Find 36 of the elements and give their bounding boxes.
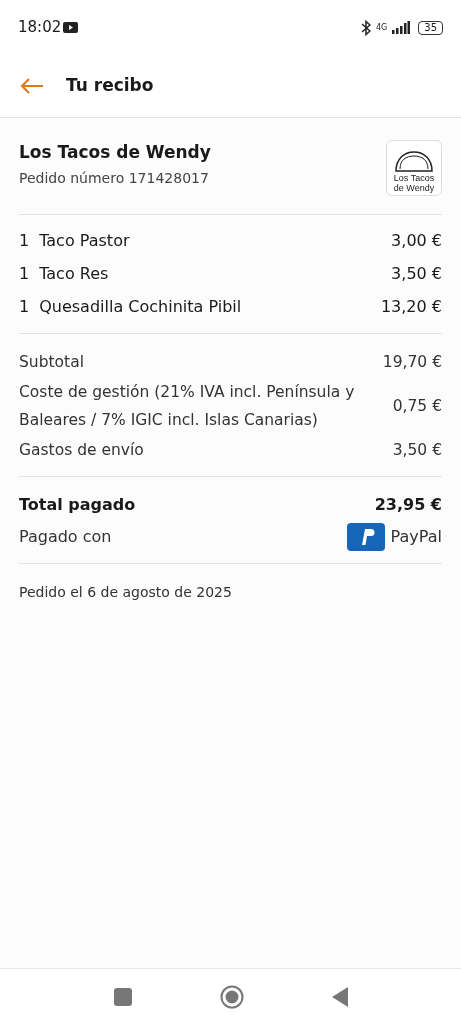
order-date: Pedido el 6 de agosto de 2025	[19, 584, 232, 600]
charge-amount: 3,50 €	[392, 440, 442, 461]
recent-apps-icon[interactable]	[113, 987, 132, 1006]
back-icon[interactable]	[331, 986, 348, 1007]
signal-icon	[392, 21, 411, 34]
payment-label: Pagado con	[19, 526, 112, 548]
video-icon	[63, 22, 79, 33]
logo-text: Los Tacos	[393, 173, 435, 183]
item-price: 13,20 €	[380, 296, 442, 318]
charge-label: Coste de gestión (21% IVA incl. Península y Baleares / 7% IGIC incl. Islas Canarias)	[19, 382, 356, 431]
page-title: Tu recibo	[66, 74, 154, 98]
order-number: Pedido número 171428017	[19, 168, 210, 188]
total-amount: 23,95 €	[374, 494, 442, 516]
charge-amount: 0,75 €	[392, 396, 442, 417]
item-name: Taco Res	[39, 263, 109, 285]
total-label: Total pagado	[19, 494, 136, 516]
back-arrow-icon[interactable]	[20, 77, 44, 95]
item-quantity: 1	[19, 263, 30, 285]
item-name: Taco Pastor	[39, 230, 130, 252]
logo-text: de Wendy	[393, 183, 435, 193]
battery-indicator: 35	[418, 20, 443, 35]
status-time: 18:02	[18, 17, 62, 39]
home-icon[interactable]	[219, 984, 244, 1009]
item-quantity: 1	[19, 296, 30, 318]
bluetooth-icon	[360, 19, 371, 36]
item-name: Quesadilla Cochinita Pibil	[39, 296, 242, 318]
payment-logo-icon	[346, 523, 385, 551]
item-price: 3,00 €	[391, 230, 442, 252]
item-quantity: 1	[19, 230, 30, 252]
payment-method: PayPal	[390, 526, 442, 548]
charge-label: Subtotal	[19, 352, 84, 373]
restaurant-name: Los Tacos de Wendy	[19, 141, 211, 164]
charge-label: Gastos de envío	[19, 440, 144, 461]
item-price: 3,50 €	[391, 263, 442, 285]
network-label: 4G	[375, 21, 388, 34]
charge-amount: 19,70 €	[382, 352, 442, 373]
